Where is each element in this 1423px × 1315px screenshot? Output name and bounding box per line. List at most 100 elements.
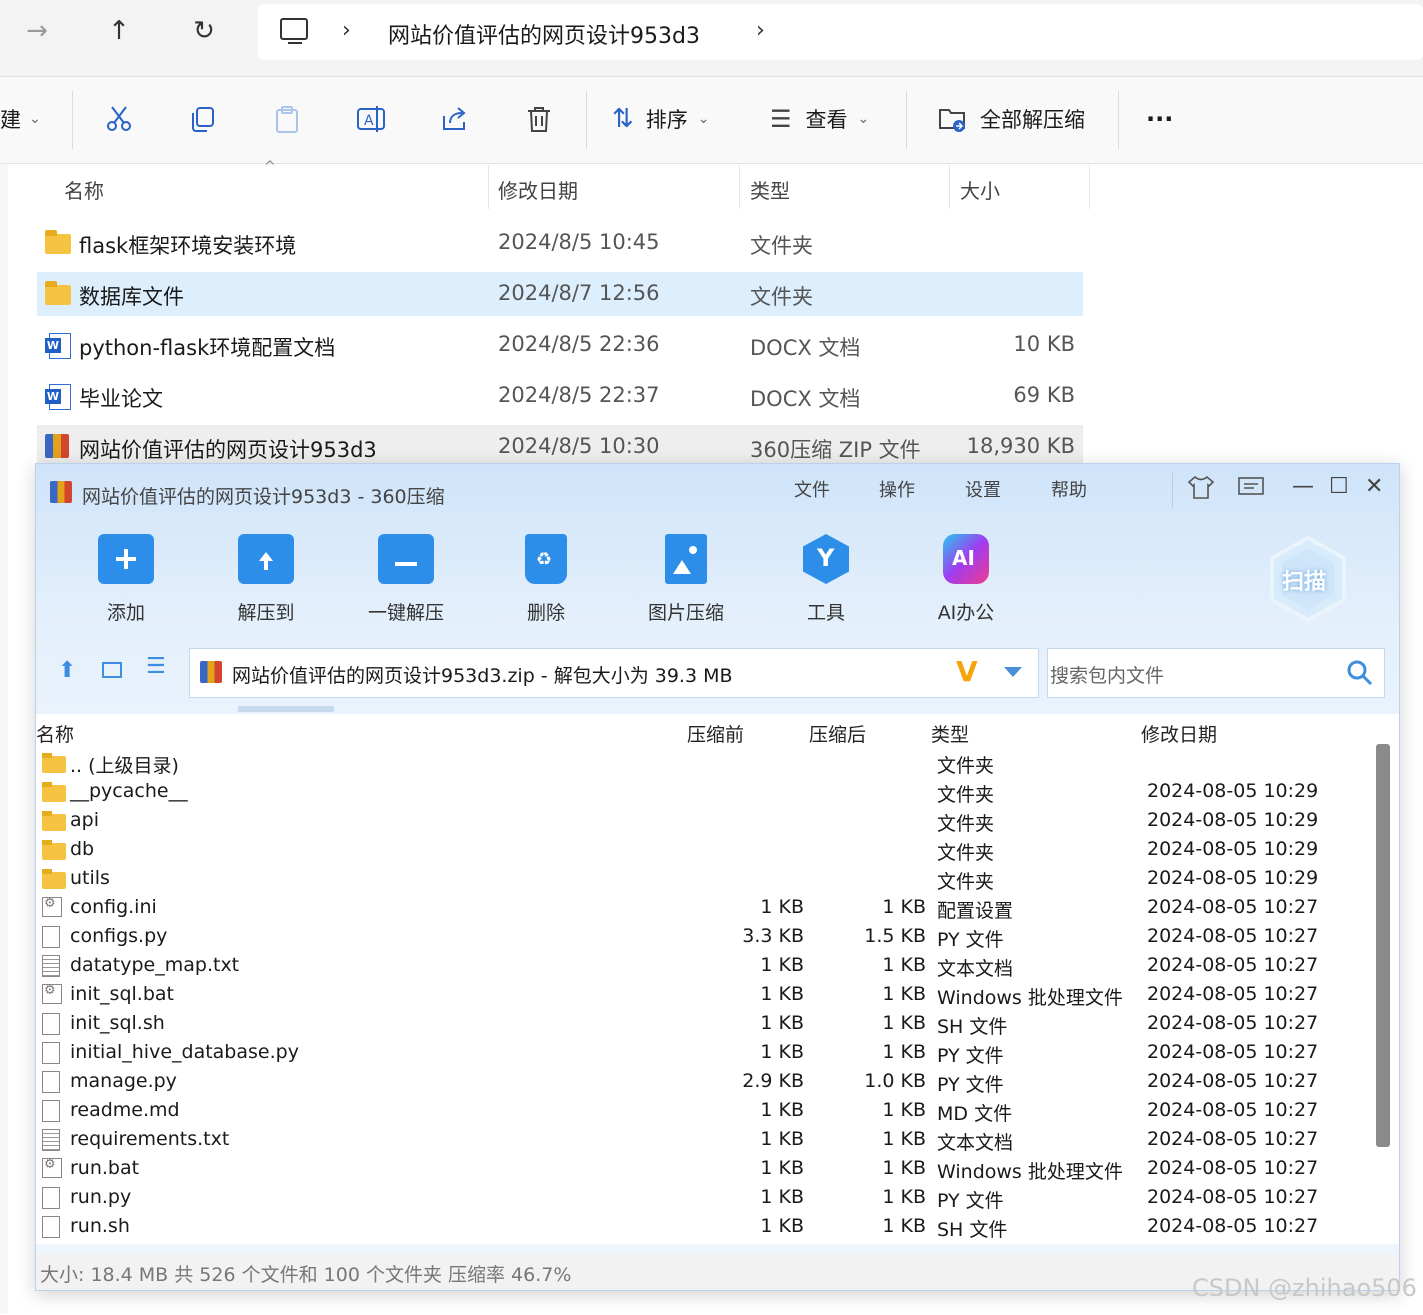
archive-item-date: 2024-08-05 10:27 xyxy=(1147,1128,1319,1150)
breadcrumb-current-folder[interactable]: 网站价值评估的网页设计953d3 xyxy=(388,18,700,50)
menu-file[interactable]: 文件 xyxy=(794,476,830,502)
tools-button[interactable]: Y 工具 xyxy=(776,534,876,625)
forward-arrow-icon[interactable]: → xyxy=(20,14,54,48)
column-header-type[interactable]: 类型 xyxy=(750,175,790,204)
archive-row[interactable]: run.sh 1 KB 1 KB SH 文件 2024-08-05 10:27 xyxy=(36,1212,1366,1241)
feedback-icon[interactable] xyxy=(1236,474,1266,506)
menu-help[interactable]: 帮助 xyxy=(1051,476,1087,502)
archive-item-name: readme.md xyxy=(70,1099,180,1121)
column-header-name[interactable]: 名称 xyxy=(36,720,74,747)
file-icon xyxy=(42,926,60,948)
column-header-type[interactable]: 类型 xyxy=(931,720,969,747)
extract-to-button[interactable]: 解压到 xyxy=(216,534,316,625)
archive-item-type: PY 文件 xyxy=(937,1045,1004,1067)
text-file-icon xyxy=(42,955,60,977)
ai-office-label: AI办公 xyxy=(937,602,995,624)
file-icon xyxy=(42,1216,60,1238)
zip-archive-icon xyxy=(200,661,222,683)
column-header-after[interactable]: 压缩后 xyxy=(809,720,866,747)
extract-all-button[interactable]: 全部解压缩 xyxy=(938,99,1085,139)
archive-item-size-before: 1 KB xyxy=(760,1186,804,1208)
archive-row[interactable]: db 文件夹 2024-08-05 10:29 xyxy=(36,835,1366,864)
file-row-selected[interactable]: 数据库文件 2024/8/7 12:56 文件夹 xyxy=(37,272,1083,316)
archive-path-field[interactable]: 网站价值评估的网页设计953d3.zip - 解包大小为 39.3 MB V xyxy=(189,648,1039,698)
delete-button[interactable]: ♻ 删除 xyxy=(496,534,596,625)
dropdown-arrow-icon[interactable] xyxy=(1004,667,1022,677)
archive-row[interactable]: readme.md 1 KB 1 KB MD 文件 2024-08-05 10:27 xyxy=(36,1096,1366,1125)
column-divider[interactable] xyxy=(1089,165,1090,209)
column-header-size[interactable]: 大小 xyxy=(960,175,1000,204)
column-divider[interactable] xyxy=(949,165,950,209)
archive-row[interactable]: configs.py 3.3 KB 1.5 KB PY 文件 2024-08-05 10… xyxy=(36,922,1366,951)
archive-row[interactable]: api 文件夹 2024-08-05 10:29 xyxy=(36,806,1366,835)
sort-button[interactable]: ⇅ 排序 ⌄ xyxy=(612,99,710,139)
skin-shirt-icon[interactable] xyxy=(1186,474,1216,506)
sort-icon: ⇅ xyxy=(612,104,634,134)
archive-row[interactable]: run.bat 1 KB 1 KB Windows 批处理文件 2024-08-05 1… xyxy=(36,1154,1366,1183)
archive-item-date: 2024-08-05 10:29 xyxy=(1147,838,1319,860)
archive-item-size-before: 1 KB xyxy=(760,954,804,976)
archive-item-name: manage.py xyxy=(70,1070,177,1092)
archive-item-type: SH 文件 xyxy=(937,1219,1008,1241)
refresh-icon[interactable]: ↻ xyxy=(187,14,221,48)
up-arrow-icon[interactable]: ↑ xyxy=(102,14,136,48)
file-date: 2024/8/7 12:56 xyxy=(498,281,660,305)
archive-row[interactable]: utils 文件夹 2024-08-05 10:29 xyxy=(36,864,1366,893)
archive-search-input[interactable]: 搜索包内文件 xyxy=(1047,648,1385,698)
column-divider[interactable] xyxy=(739,165,740,209)
archive-row[interactable]: requirements.txt 1 KB 1 KB 文本文档 2024-08-05 1… xyxy=(36,1125,1366,1154)
archive-row[interactable]: .. (上级目录) 文件夹 xyxy=(36,748,1366,777)
minimize-icon[interactable]: — xyxy=(1292,474,1314,499)
folder-icon xyxy=(45,230,71,254)
archive-file-list: 名称 压缩前 压缩后 类型 修改日期 .. (上级目录) 文件夹 __pycache… xyxy=(36,714,1399,1244)
cut-button[interactable] xyxy=(104,99,134,139)
paste-button[interactable] xyxy=(272,99,302,139)
scan-button[interactable]: 扫描 xyxy=(1268,534,1348,624)
toolbar-divider xyxy=(906,91,907,149)
file-row[interactable]: 毕业论文 2024/8/5 22:37 DOCX 文档 69 KB xyxy=(37,374,1083,418)
archive-row[interactable]: init_sql.bat 1 KB 1 KB Windows 批处理文件 2024-08… xyxy=(36,980,1366,1009)
one-click-extract-button[interactable]: 一键解压 xyxy=(356,534,456,625)
add-button[interactable]: 添加 xyxy=(76,534,176,625)
new-button[interactable]: 建 ⌄ xyxy=(0,99,41,139)
column-header-date[interactable]: 修改日期 xyxy=(1141,720,1217,747)
column-header-name[interactable]: 名称 xyxy=(64,175,104,204)
view-button[interactable]: ☰ 查看 ⌄ xyxy=(770,99,869,139)
menu-operation[interactable]: 操作 xyxy=(879,476,915,502)
archive-item-type: 文件夹 xyxy=(937,842,995,864)
add-label: 添加 xyxy=(106,602,145,624)
ai-office-button[interactable]: AI AI办公 xyxy=(916,534,1016,625)
search-icon[interactable] xyxy=(1346,659,1374,687)
column-divider[interactable] xyxy=(488,165,489,209)
chevron-right-icon[interactable]: › xyxy=(756,18,765,43)
thumbnail-view-icon[interactable] xyxy=(102,662,122,678)
file-row[interactable]: flask框架环境安装环境 2024/8/5 10:45 文件夹 xyxy=(37,221,1083,265)
archive-row[interactable]: init_sql.sh 1 KB 1 KB SH 文件 2024-08-05 10:27 xyxy=(36,1009,1366,1038)
column-header-date[interactable]: 修改日期 xyxy=(498,175,578,204)
archive-row[interactable]: datatype_map.txt 1 KB 1 KB 文本文档 2024-08-05 1… xyxy=(36,951,1366,980)
address-field[interactable]: › 网站价值评估的网页设计953d3 › xyxy=(258,4,1423,60)
column-header-before[interactable]: 压缩前 xyxy=(687,720,744,747)
archive-row[interactable]: run.py 1 KB 1 KB PY 文件 2024-08-05 10:27 xyxy=(36,1183,1366,1212)
one-click-extract-label: 一键解压 xyxy=(367,602,444,624)
menu-settings[interactable]: 设置 xyxy=(965,476,1001,502)
archive-item-type: 配置设置 xyxy=(937,900,1014,922)
vertical-scrollbar-thumb[interactable] xyxy=(1376,744,1390,1147)
list-view-icon[interactable]: ☰ xyxy=(146,654,166,679)
close-icon[interactable]: ✕ xyxy=(1365,474,1383,499)
image-compress-button[interactable]: 图片压缩 xyxy=(636,534,736,625)
file-type: DOCX 文档 xyxy=(750,387,861,411)
archive-row[interactable]: initial_hive_database.py 1 KB 1 KB PY 文件 202… xyxy=(36,1038,1366,1067)
share-button[interactable] xyxy=(440,99,470,139)
delete-button[interactable] xyxy=(524,99,554,139)
more-options-button[interactable]: ··· xyxy=(1146,99,1173,139)
maximize-icon[interactable]: ☐ xyxy=(1329,474,1349,499)
archive-row[interactable]: config.ini 1 KB 1 KB 配置设置 2024-08-05 10:27 xyxy=(36,893,1366,922)
file-row[interactable]: python-flask环境配置文档 2024/8/5 22:36 DOCX 文… xyxy=(37,323,1083,367)
v-logo-icon[interactable]: V xyxy=(956,655,978,688)
archive-row[interactable]: manage.py 2.9 KB 1.0 KB PY 文件 2024-08-05 10:… xyxy=(36,1067,1366,1096)
copy-button[interactable] xyxy=(188,99,218,139)
archive-row[interactable]: __pycache__ 文件夹 2024-08-05 10:29 xyxy=(36,777,1366,806)
rename-button[interactable]: A xyxy=(356,99,386,139)
up-level-icon[interactable]: ⬆ xyxy=(58,658,76,683)
